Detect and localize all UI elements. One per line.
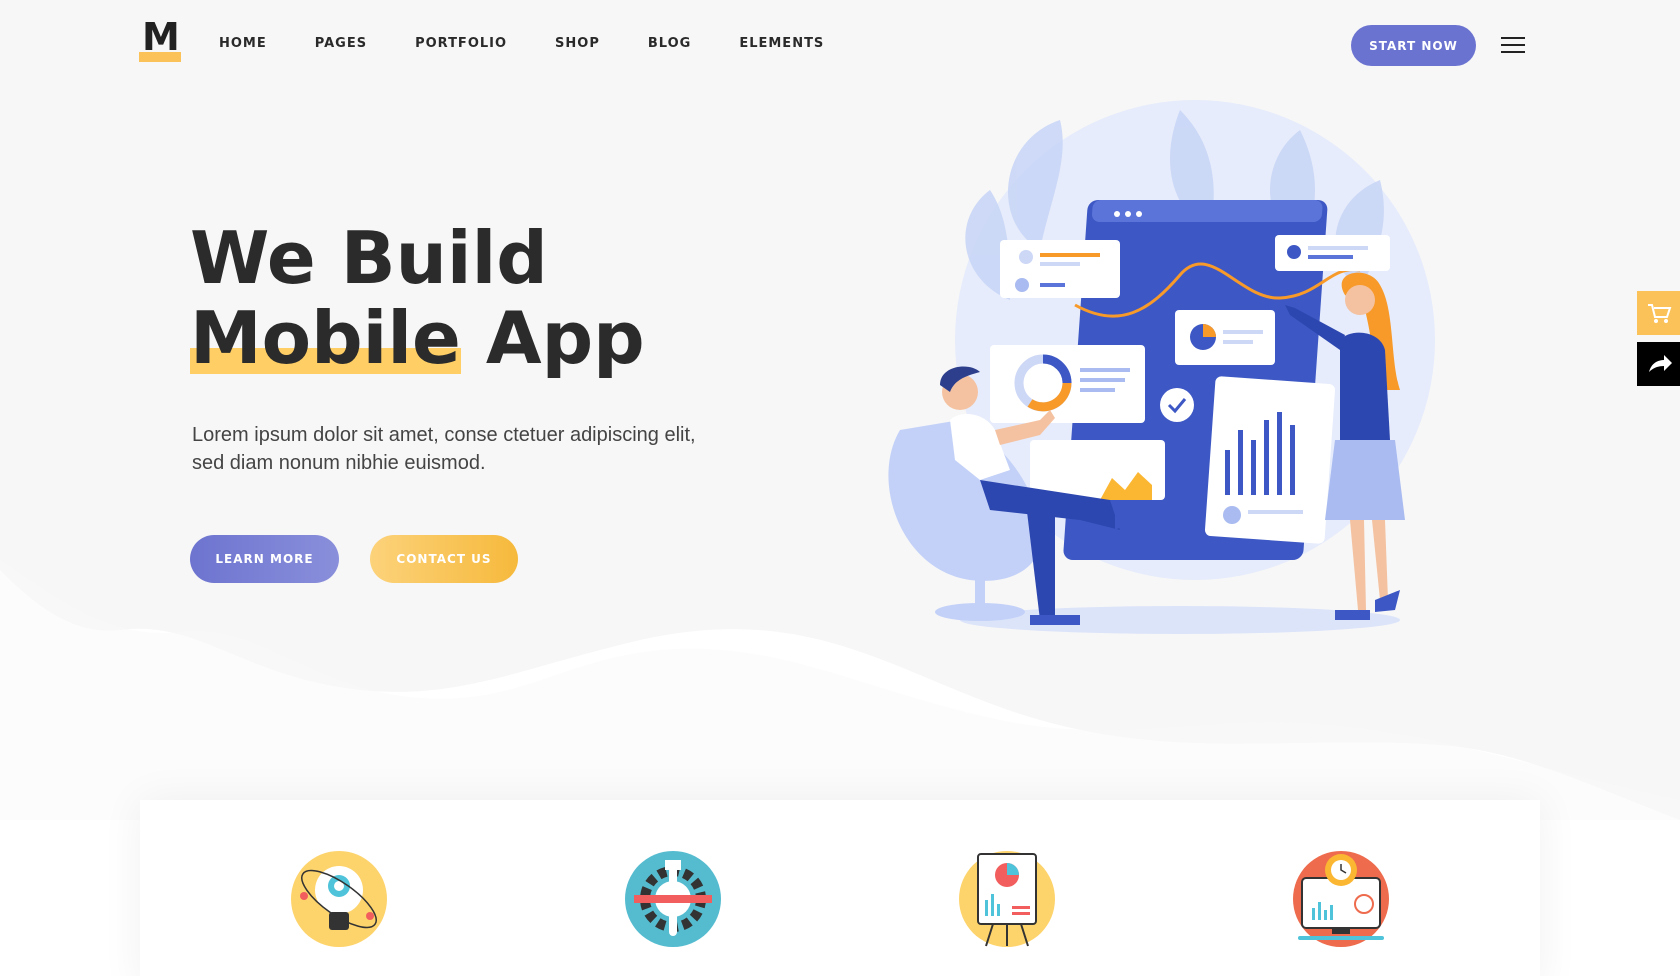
top-navigation: M HOME PAGES PORTFOLIO SHOP BLOG ELEMENT… [0,0,1680,90]
learn-more-button[interactable]: LEARN MORE [190,535,339,583]
side-cart-button[interactable] [1637,291,1680,335]
feature-analytics [1292,850,1390,948]
nav-item-blog[interactable]: BLOG [648,36,691,51]
nav-item-pages[interactable]: PAGES [315,36,367,51]
side-share-button[interactable] [1637,342,1680,386]
share-icon [1649,355,1672,372]
feature-presentation [958,850,1056,948]
features-section [140,800,1540,976]
hero-illustration [888,100,1435,634]
hero-title-line-2: Mobile App [190,298,645,378]
hamburger-menu-icon[interactable] [1501,37,1525,53]
contact-us-button[interactable]: CONTACT US [370,535,518,583]
nav-item-elements[interactable]: ELEMENTS [739,36,824,51]
tools-gear-icon [625,851,721,947]
cart-icon [1648,304,1672,323]
monitor-analytics-icon [1293,851,1389,947]
feature-idea [290,850,388,948]
nav-item-home[interactable]: HOME [219,36,267,51]
title-highlight: Mobile [190,296,461,380]
title-rest: App [460,296,645,380]
main-menu: HOME PAGES PORTFOLIO SHOP BLOG ELEMENTS [219,36,872,51]
nav-item-portfolio[interactable]: PORTFOLIO [415,36,507,51]
hero-subtitle: Lorem ipsum dolor sit amet, conse ctetue… [192,424,696,474]
nav-item-shop[interactable]: SHOP [555,36,600,51]
presentation-board-icon [959,851,1055,947]
logo-letter: M [142,15,180,59]
hero-title: We Build Mobile App [190,218,645,378]
start-now-button[interactable]: START NOW [1351,25,1476,66]
idea-bulb-icon [291,851,387,947]
feature-tools [624,850,722,948]
brand-logo[interactable]: M [139,18,183,62]
hero-title-line-1: We Build [190,216,548,300]
